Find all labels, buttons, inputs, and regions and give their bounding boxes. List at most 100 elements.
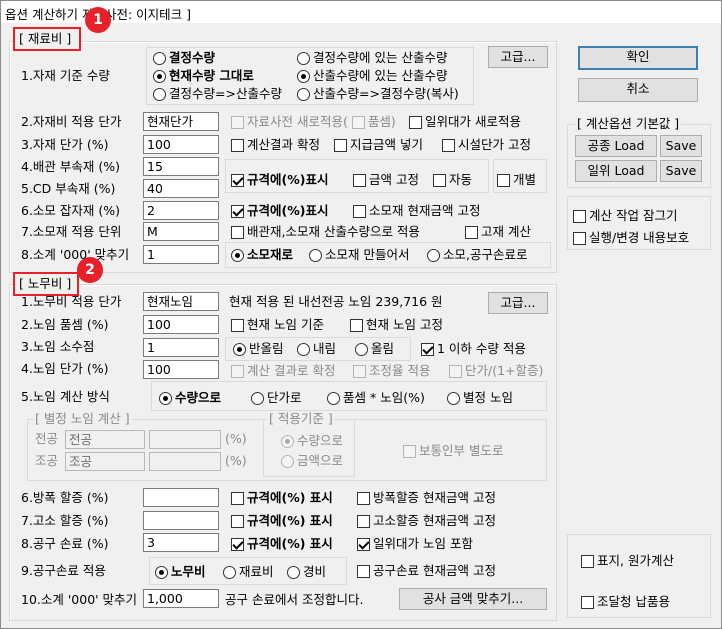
helper-pct-field[interactable] — [149, 452, 221, 471]
consumable-field[interactable]: 2 — [143, 201, 219, 220]
radio-basis-qty[interactable]: 수량으로 — [281, 432, 343, 450]
cancel-button[interactable]: 취소 — [578, 78, 698, 102]
labor-price-label: 1.노무비 적용 단가 — [21, 294, 122, 309]
explosion-field[interactable] — [143, 488, 219, 507]
explosion-show-pct-checkbox[interactable]: 규격에(%) 표시 — [231, 489, 333, 507]
subtotal-round-label: 8.소계 '000' 맞추기 — [21, 247, 130, 262]
unit-price-surcharge-checkbox[interactable]: 단가/(1+할증) — [449, 362, 543, 380]
labor-pumsem-field[interactable]: 100 — [143, 315, 219, 334]
height-label: 7.고소 할증 (%) — [21, 513, 109, 528]
current-labor-fix-checkbox[interactable]: 현재 노임 고정 — [350, 316, 443, 334]
confirm-calc-result-checkbox[interactable]: 계산 결과로 확정 — [231, 362, 335, 380]
material-price-label: 2.자재비 적용 단가 — [21, 114, 122, 129]
pumsem-checkbox[interactable] — [351, 115, 365, 129]
height-fix-checkbox[interactable]: 고소할증 현재금액 고정 — [357, 512, 496, 530]
skilled-pct-field[interactable] — [149, 430, 221, 449]
material-unit-pct-label: 3.자재 단가 (%) — [21, 137, 109, 152]
defaults-legend: [ 계산옵션 기본값 ] — [575, 115, 682, 133]
unit-price-reapply-checkbox[interactable]: 일위대가 새로적용 — [409, 113, 521, 131]
under-one-qty-checkbox[interactable]: 1 이하 수량 적용 — [421, 340, 526, 358]
radio-calc-in-decided[interactable]: 결정수량에 있는 산출수량 — [297, 49, 447, 67]
individual-checkbox[interactable]: 개별 — [497, 171, 536, 189]
labor-decimal-label: 3.노임 소수점 — [21, 339, 95, 354]
confirm-result-checkbox[interactable]: 계산결과 확정 — [231, 136, 320, 154]
radio-separate-labor[interactable]: 별정 노임 — [447, 389, 513, 407]
pipe-part-label: 4.배관 부속재 (%) — [21, 159, 121, 174]
amount-fix-checkbox[interactable]: 금액 고정 — [353, 171, 419, 189]
unit-save-button[interactable]: Save — [660, 160, 702, 182]
labor-calc-method-label: 5.노임 계산 방식 — [21, 389, 110, 404]
material-unit-pct-field[interactable]: 100 — [143, 135, 219, 154]
radio-calc-to-decided[interactable]: 산출수량=>결정수량(복사) — [297, 85, 459, 103]
procurement-checkbox[interactable]: 조달청 납품용 — [581, 593, 670, 611]
skilled-field[interactable]: 전공 — [65, 430, 145, 449]
labor-cost-header: [ 노무비 ] — [19, 276, 72, 291]
paid-amount-checkbox[interactable]: 지급금액 넣기 — [334, 136, 423, 154]
common-labor-separate-checkbox[interactable]: 보통인부 별도로 — [403, 442, 503, 460]
material-price-field[interactable]: 현재단가 — [143, 112, 219, 131]
advanced-button-material[interactable]: 고급... — [488, 46, 548, 68]
radio-ceil[interactable]: 올림 — [355, 340, 394, 358]
scrap-calc-checkbox[interactable]: 고재 계산 — [465, 223, 531, 241]
tool-wear-field[interactable]: 3 — [143, 533, 219, 552]
advanced-button-labor[interactable]: 고급... — [488, 292, 548, 314]
helper-label: 조공 — [35, 453, 59, 468]
trade-save-button[interactable]: Save — [660, 135, 702, 157]
include-labor-checkbox[interactable]: 일위대가 노임 포함 — [357, 535, 473, 553]
radio-decided-qty[interactable]: 결정수량 — [153, 49, 215, 67]
radio-round[interactable]: 반올림 — [233, 340, 284, 358]
protect-changes-checkbox[interactable]: 실행/변경 내용보호 — [573, 229, 689, 247]
helper-pct-unit: (%) — [225, 453, 247, 468]
separate-labor-legend: [ 별정 노임 계산 ] — [33, 411, 132, 426]
consumable-unit-label: 7.소모재 적용 단위 — [21, 224, 122, 239]
subtotal-labor-field[interactable]: 1,000 — [143, 589, 219, 608]
radio-basis-amount[interactable]: 금액으로 — [281, 452, 343, 470]
auto-checkbox[interactable]: 자동 — [433, 171, 472, 189]
radio-expense[interactable]: 경비 — [287, 563, 326, 581]
radio-calc-in-calc[interactable]: 산출수량에 있는 산출수량 — [297, 67, 447, 85]
tool-apply-label: 9.공구손료 적용 — [21, 563, 106, 578]
radio-decided-to-calc[interactable]: 결정수량=>산출수량 — [153, 85, 282, 103]
labor-price-field[interactable]: 현재노임 — [143, 292, 219, 311]
skilled-label: 전공 — [35, 431, 59, 446]
cd-part-label: 5.CD 부속재 (%) — [21, 181, 116, 196]
consumable-amount-fix-checkbox[interactable]: 소모재 현재금액 고정 — [353, 202, 480, 220]
labor-decimal-field[interactable]: 1 — [143, 338, 219, 357]
cover-cost-checkbox[interactable]: 표지, 원가계산 — [581, 552, 674, 570]
height-field[interactable] — [143, 511, 219, 530]
material-cost-header: [ 재료비 ] — [19, 31, 72, 46]
radio-by-unit-price[interactable]: 단가로 — [251, 389, 302, 407]
cd-part-field[interactable]: 40 — [143, 179, 219, 198]
radio-pumsem-labor[interactable]: 품셈 * 노임(%) — [327, 389, 425, 407]
radio-labor-cost[interactable]: 노무비 — [155, 563, 206, 581]
trade-load-button[interactable]: 공종 Load — [575, 135, 657, 157]
radio-floor[interactable]: 내림 — [297, 340, 336, 358]
apply-calc-qty-checkbox[interactable]: 배관재,소모재 산출수량으로 적용 — [231, 223, 420, 241]
unit-load-button[interactable]: 일위 Load — [575, 160, 657, 182]
facility-price-checkbox[interactable]: 시설단가 고정 — [442, 136, 531, 154]
material-base-qty-label: 1.자재 기준 수량 — [21, 68, 110, 83]
subtotal-round-field[interactable]: 1 — [143, 245, 219, 264]
ok-button[interactable]: 확인 — [578, 46, 698, 70]
radio-current-qty[interactable]: 현재수량 그대로 — [153, 67, 254, 85]
match-amount-button[interactable]: 공사 금액 맞추기... — [399, 588, 547, 610]
current-labor-base-checkbox[interactable]: 현재 노임 기준 — [231, 316, 324, 334]
labor-unit-pct-field[interactable]: 100 — [143, 360, 219, 379]
pipe-part-field[interactable]: 15 — [143, 157, 219, 176]
radio-to-consumable[interactable]: 소모재로 — [231, 246, 293, 264]
consumable-show-pct-checkbox[interactable]: 규격에(%)표시 — [231, 202, 328, 220]
dict-reapply-checkbox[interactable]: 자료사전 새로적용(품셈) — [231, 113, 396, 131]
tool-show-pct-checkbox[interactable]: 규격에(%) 표시 — [231, 535, 333, 553]
tool-amount-fix-checkbox[interactable]: 공구손료 현재금액 고정 — [357, 562, 496, 580]
height-show-pct-checkbox[interactable]: 규격에(%) 표시 — [231, 512, 333, 530]
radio-material-cost[interactable]: 재료비 — [223, 563, 274, 581]
explosion-fix-checkbox[interactable]: 방폭할증 현재금액 고정 — [357, 489, 496, 507]
adjust-rate-checkbox[interactable]: 조정율 적용 — [353, 362, 430, 380]
lock-calc-checkbox[interactable]: 계산 작업 잠그기 — [573, 207, 677, 225]
show-pct-spec-checkbox[interactable]: 규격에(%)표시 — [231, 171, 328, 189]
radio-consumable-tool[interactable]: 소모,공구손료로 — [427, 246, 527, 264]
radio-by-qty[interactable]: 수량으로 — [159, 389, 221, 407]
helper-field[interactable]: 조공 — [65, 452, 145, 471]
consumable-unit-field[interactable]: M — [143, 222, 219, 241]
radio-make-consumable[interactable]: 소모재 만들어서 — [309, 246, 409, 264]
